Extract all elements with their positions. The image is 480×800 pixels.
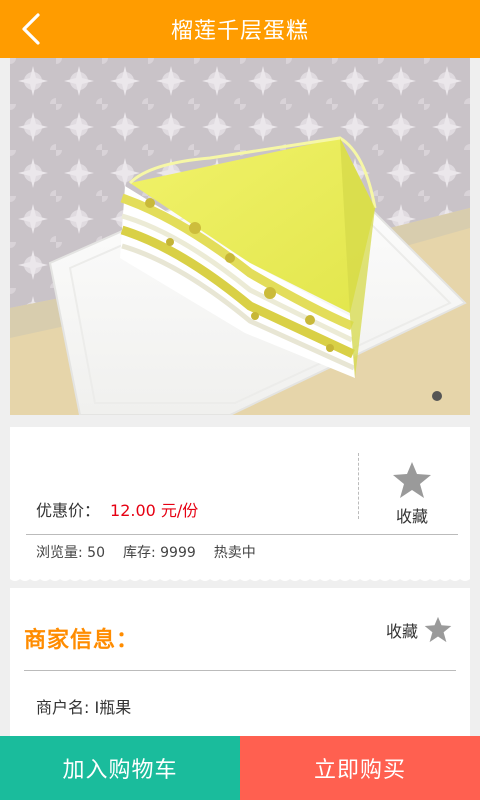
star-icon: [424, 616, 452, 643]
stock-count: 库存: 9999: [122, 545, 196, 561]
bottom-action-bar: 加入购物车 立即购买: [0, 736, 480, 800]
ticket-edge: [10, 577, 470, 581]
price-row: 优惠价： 12.00 元/份: [36, 497, 198, 521]
merchant-section-title: 商家信息：: [24, 628, 140, 653]
product-image-carousel[interactable]: [10, 58, 470, 415]
back-button[interactable]: [0, 0, 62, 58]
carousel-indicator-dot[interactable]: [432, 391, 442, 401]
vertical-divider: [358, 453, 359, 519]
chevron-left-icon: [22, 13, 40, 45]
price-label: 优惠价：: [36, 501, 101, 520]
product-detail-screen: 榴莲千层蛋糕 优惠价： 12.00 元/份 收藏 浏览量: 50 库存: 999…: [0, 0, 480, 800]
product-info-card: 优惠价： 12.00 元/份 收藏 浏览量: 50 库存: 9999 热卖中: [10, 427, 470, 581]
stats-row: 浏览量: 50 库存: 9999 热卖中: [36, 542, 256, 562]
star-icon: [393, 462, 431, 498]
divider: [24, 670, 456, 671]
merchant-info-card: 商家信息： 收藏 商户名: I瓶果: [10, 588, 470, 738]
divider: [26, 534, 458, 535]
view-count: 浏览量: 50: [36, 545, 105, 561]
merchant-favorite-button[interactable]: 收藏: [386, 616, 452, 643]
favorite-label: 收藏: [395, 507, 428, 526]
product-photo: [10, 58, 470, 415]
merchant-favorite-label: 收藏: [385, 621, 418, 641]
favorite-button[interactable]: 收藏: [372, 461, 452, 531]
sale-status: 热卖中: [213, 545, 256, 561]
price-value: 12.00 元/份: [110, 501, 199, 520]
add-to-cart-button[interactable]: 加入购物车: [0, 736, 240, 800]
merchant-name: 商户名: I瓶果: [36, 698, 132, 717]
buy-now-button[interactable]: 立即购买: [240, 736, 480, 800]
page-title: 榴莲千层蛋糕: [170, 19, 309, 44]
app-header: 榴莲千层蛋糕: [0, 0, 480, 58]
